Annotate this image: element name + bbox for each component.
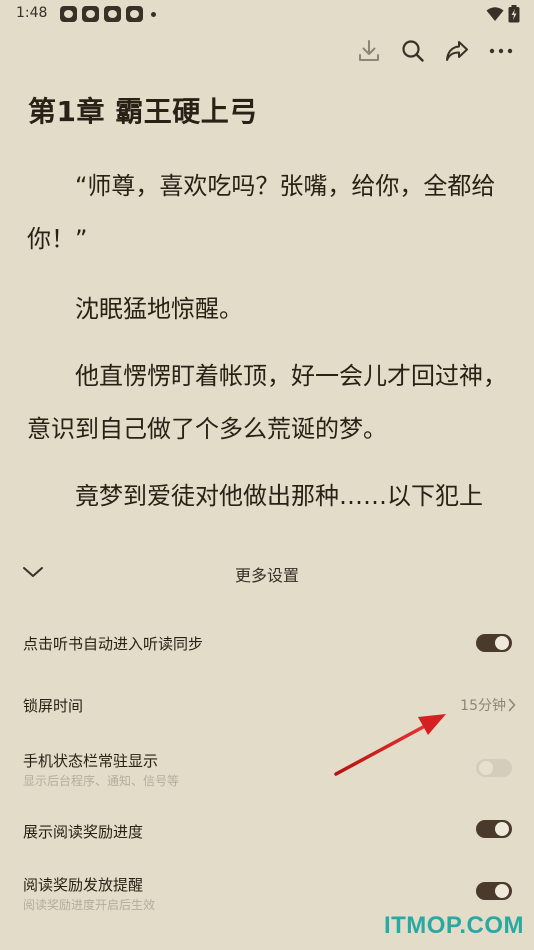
search-button[interactable] (400, 36, 426, 66)
paragraph: 竟梦到爱徒对他做出那种……以下犯上 (75, 482, 483, 510)
app-notification-icon (82, 6, 99, 22)
setting-description: 显示后台程序、通知、信号等 (23, 774, 180, 788)
app-notification-icon (60, 6, 77, 22)
reward-reminder-toggle[interactable] (476, 882, 512, 900)
setting-label: 展示阅读奖励进度 (23, 823, 144, 841)
auto-sync-toggle[interactable] (476, 634, 512, 652)
search-icon (402, 40, 424, 62)
setting-row-reward-progress[interactable]: 展示阅读奖励进度 (0, 818, 534, 848)
battery-icon (508, 5, 520, 23)
status-bar-toggle[interactable] (476, 759, 512, 777)
share-icon (446, 41, 468, 61)
toggle-knob (495, 636, 509, 650)
chapter-content: “师尊，喜欢吃吗？张嘴，给你，全都给你！” 沈眠猛地惊醒。 他直愣愣盯着帐顶，好… (27, 160, 511, 537)
setting-description: 阅读奖励进度开启后生效 (23, 898, 156, 912)
toggle-knob (495, 822, 509, 836)
reward-progress-toggle[interactable] (476, 820, 512, 838)
system-icons (486, 5, 520, 23)
setting-row-reward-reminder[interactable]: 阅读奖励发放提醒 阅读奖励进度开启后生效 (0, 872, 534, 916)
lock-screen-value: 15分钟 (460, 698, 506, 714)
setting-row-lock-screen[interactable]: 锁屏时间 15分钟 (0, 692, 534, 722)
more-icon (489, 48, 513, 54)
wifi-icon (486, 7, 504, 21)
more-button[interactable] (488, 36, 514, 66)
setting-row-status-bar[interactable]: 手机状态栏常驻显示 显示后台程序、通知、信号等 (0, 748, 534, 792)
toggle-knob (495, 884, 509, 898)
more-notifications-dot-icon (151, 12, 156, 17)
share-button[interactable] (444, 36, 470, 66)
download-button[interactable] (356, 36, 382, 66)
app-notification-icon (126, 6, 143, 22)
download-icon (359, 40, 379, 61)
reader-toolbar (356, 36, 514, 66)
paragraph: 他直愣愣盯着帐顶，好一会儿才回过神，意识到自己做了个多么荒诞的梦。 (27, 362, 507, 443)
chevron-right-icon (508, 698, 516, 712)
status-bar: 1:48 (0, 0, 534, 28)
setting-label: 手机状态栏常驻显示 (23, 752, 159, 770)
setting-label: 锁屏时间 (23, 697, 84, 715)
paragraph: 沈眠猛地惊醒。 (75, 295, 243, 323)
toggle-knob (479, 761, 493, 775)
setting-label: 阅读奖励发放提醒 (23, 876, 144, 894)
more-settings-panel: 更多设置 点击听书自动进入听读同步 锁屏时间 15分钟 手机状态栏常驻显示 显示… (0, 546, 534, 950)
app-notification-icon (104, 6, 121, 22)
panel-title: 更多设置 (234, 566, 299, 585)
chapter-title: 第1章 霸王硬上弓 (28, 95, 258, 128)
setting-label: 点击听书自动进入听读同步 (23, 635, 204, 653)
watermark: ITMOP.COM (383, 912, 524, 939)
panel-header: 更多设置 (0, 546, 534, 602)
paragraph: “师尊，喜欢吃吗？张嘴，给你，全都给你！” (27, 172, 496, 253)
status-time: 1:48 (16, 5, 48, 21)
setting-row-auto-sync[interactable]: 点击听书自动进入听读同步 (0, 630, 534, 660)
notification-icons (60, 6, 156, 22)
